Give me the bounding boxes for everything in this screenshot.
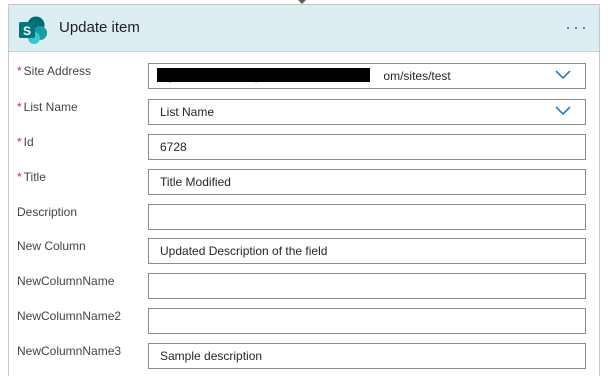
form-row: * Title Title Modified [9, 169, 599, 199]
chevron-down-icon[interactable] [555, 106, 571, 116]
field-value: List Name [160, 105, 215, 119]
field-value: Title Modified [160, 175, 231, 189]
form-row: Description [9, 204, 599, 234]
field-label: Description [17, 205, 77, 219]
field-label: NewColumnName2 [17, 309, 121, 323]
logo-letter: S [23, 24, 31, 38]
field-label-text: Site Address [23, 64, 92, 78]
field-label-text: Id [23, 135, 34, 149]
card-title: Update item [59, 19, 140, 36]
required-marker: * [17, 64, 22, 78]
field-label-text: Description [17, 205, 78, 219]
text-input[interactable]: Sample description [148, 343, 586, 369]
more-options-icon[interactable]: ··· [565, 18, 589, 36]
required-marker: * [17, 100, 22, 114]
field-value: Updated Description of the field [160, 244, 328, 258]
field-label: NewColumnName [17, 274, 114, 288]
field-label: * Title [17, 170, 46, 184]
form-row: NewColumnName3 Sample description [9, 343, 599, 373]
text-input[interactable]: 6728 [148, 134, 586, 160]
card-header[interactable]: S Update item ··· [9, 5, 599, 52]
field-label-text: List Name [23, 100, 78, 114]
field-label-text: Title [23, 170, 46, 184]
required-marker: * [17, 135, 22, 149]
field-label-text: New Column [17, 239, 86, 253]
field-label-text: NewColumnName2 [17, 309, 122, 323]
field-label: * Site Address [17, 64, 91, 78]
action-card: S Update item ··· *Site AddressUpdated T… [8, 4, 600, 376]
text-input[interactable] [148, 204, 586, 230]
field-value-tail: om/sites/test [383, 69, 451, 83]
chevron-down-icon[interactable] [555, 70, 571, 80]
required-marker: * [17, 170, 22, 184]
field-label-text: NewColumnName3 [17, 344, 122, 358]
field-value: Sample description [160, 349, 263, 363]
field-label: New Column [17, 239, 86, 253]
field-label: NewColumnName3 [17, 344, 121, 358]
text-input[interactable] [148, 308, 586, 334]
text-input[interactable]: Updated Description of the field [148, 238, 586, 264]
form-row: NewColumnName2 [9, 308, 599, 338]
field-label: * Id [17, 135, 34, 149]
text-input[interactable] [148, 273, 586, 299]
form-row: * List Name List Name [9, 99, 599, 129]
redaction-bar [157, 68, 370, 82]
form-row: New Column Updated Description of the fie… [9, 238, 599, 268]
field-label: * List Name [17, 100, 78, 114]
field-value: 6728 [160, 140, 187, 154]
field-label-text: NewColumnName [17, 274, 115, 288]
dropdown-field[interactable]: List Name [148, 99, 586, 125]
form-row: NewColumnName [9, 273, 599, 303]
form-row: * Id 6728 [9, 134, 599, 164]
text-input[interactable]: Title Modified [148, 169, 586, 195]
sharepoint-logo-icon: S [19, 16, 47, 44]
